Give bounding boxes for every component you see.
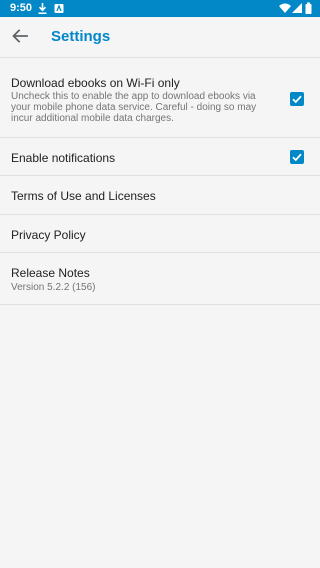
- download-icon: [38, 3, 47, 14]
- status-time: 9:50: [10, 2, 33, 14]
- checkmark-icon: [292, 95, 302, 104]
- setting-terms-title: Terms of Use and Licenses: [11, 189, 156, 203]
- setting-wifi-only[interactable]: Download ebooks on Wi-Fi only Uncheck th…: [0, 58, 320, 138]
- setting-wifi-only-description: Uncheck this to enable the app to downlo…: [11, 91, 257, 124]
- page-title: Settings: [51, 28, 111, 45]
- setting-terms[interactable]: Terms of Use and Licenses: [0, 176, 320, 215]
- version-text: Version 5.2.2 (156): [11, 282, 96, 293]
- signal-icon: [292, 3, 302, 13]
- status-bar: 9:50: [0, 0, 320, 17]
- setting-notifications[interactable]: Enable notifications: [0, 138, 320, 176]
- battery-icon: [305, 2, 312, 14]
- setting-privacy[interactable]: Privacy Policy: [0, 215, 320, 253]
- arrow-back-icon[interactable]: [8, 24, 32, 48]
- notification-icon: [54, 4, 64, 13]
- wifi-icon: [279, 3, 291, 13]
- setting-notifications-title: Enable notifications: [11, 151, 116, 165]
- setting-release-notes-title: Release Notes: [11, 266, 90, 280]
- notifications-checkbox[interactable]: [290, 150, 304, 164]
- setting-release-notes[interactable]: Release Notes Version 5.2.2 (156): [0, 253, 320, 305]
- setting-privacy-title: Privacy Policy: [11, 228, 86, 242]
- setting-wifi-only-title: Download ebooks on Wi-Fi only: [11, 76, 180, 90]
- wifi-only-checkbox[interactable]: [290, 92, 304, 106]
- app-bar: Settings: [0, 17, 320, 58]
- checkmark-icon: [292, 153, 302, 162]
- settings-list: Download ebooks on Wi-Fi only Uncheck th…: [0, 58, 320, 305]
